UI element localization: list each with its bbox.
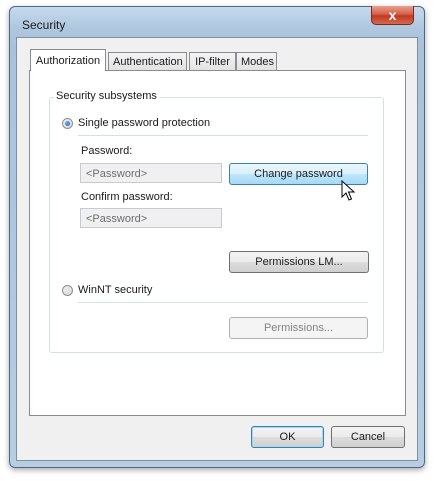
tab-label: Modes bbox=[241, 56, 275, 68]
tab-authentication[interactable]: Authentication bbox=[108, 52, 187, 70]
tab-label: IP-filter bbox=[195, 56, 230, 68]
tab-ip-filter[interactable]: IP-filter bbox=[189, 52, 236, 70]
window-title: Security bbox=[22, 18, 66, 32]
tab-label: Authentication bbox=[113, 56, 183, 68]
single-password-label[interactable]: Single password protection bbox=[78, 117, 210, 129]
password-field[interactable]: <Password> bbox=[80, 163, 222, 183]
permissions-button[interactable]: Permissions... bbox=[229, 317, 368, 339]
single-password-radio[interactable] bbox=[62, 118, 73, 129]
group-label: Security subsystems bbox=[54, 90, 159, 102]
confirm-password-label: Confirm password: bbox=[81, 191, 173, 203]
radio-selected-dot bbox=[65, 121, 70, 126]
ok-button[interactable]: OK bbox=[251, 426, 324, 448]
tab-modes[interactable]: Modes bbox=[236, 52, 277, 70]
password-label: Password: bbox=[81, 145, 133, 157]
permissions-lm-button[interactable]: Permissions LM... bbox=[229, 251, 369, 273]
close-button[interactable]: x bbox=[371, 6, 414, 25]
separator bbox=[78, 135, 368, 136]
winnt-security-label[interactable]: WinNT security bbox=[78, 284, 152, 296]
arrow-cursor-icon bbox=[341, 180, 355, 201]
tab-authorization[interactable]: Authorization bbox=[30, 49, 106, 71]
confirm-password-field[interactable]: <Password> bbox=[80, 208, 222, 228]
close-icon: x bbox=[388, 7, 397, 23]
winnt-security-radio[interactable] bbox=[62, 285, 73, 296]
separator bbox=[78, 302, 368, 303]
cancel-button[interactable]: Cancel bbox=[331, 426, 405, 448]
tab-label: Authorization bbox=[35, 55, 101, 67]
